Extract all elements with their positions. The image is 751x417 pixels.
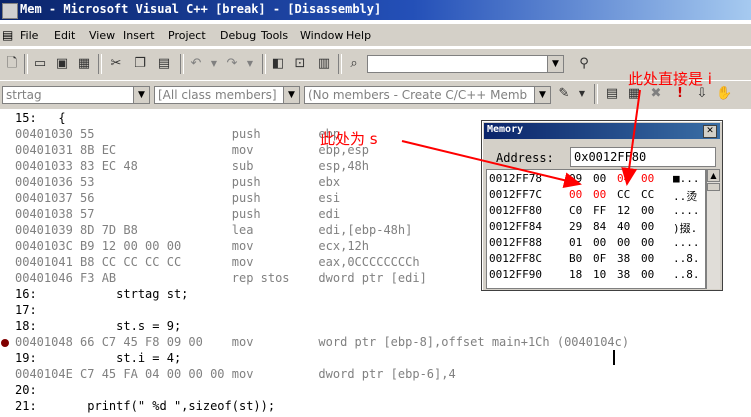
annotation-note-i: 此处直接是 i bbox=[628, 70, 712, 88]
annotation-note-s: 此处为 s bbox=[320, 130, 378, 148]
arrow-to-s-bytes bbox=[401, 140, 582, 189]
annotation-arrows bbox=[401, 89, 641, 189]
arrow-to-i-bytes bbox=[621, 89, 641, 186]
